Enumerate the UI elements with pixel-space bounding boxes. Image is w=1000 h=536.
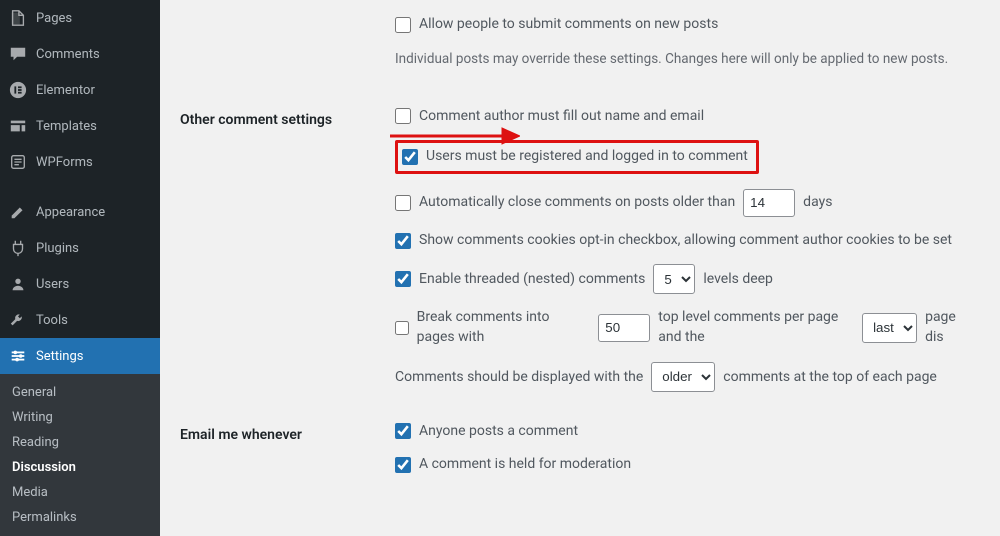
default-page-select[interactable]: last [862, 313, 917, 343]
email-on-post-checkbox[interactable] [395, 423, 411, 439]
option-suffix: page dis [925, 308, 970, 347]
must-register-option[interactable]: Users must be registered and logged in t… [402, 147, 748, 167]
threaded-comments-option[interactable]: Enable threaded (nested) comments 5 leve… [395, 264, 773, 294]
submenu-general[interactable]: General [0, 380, 160, 405]
cookies-optin-option[interactable]: Show comments cookies opt-in checkbox, a… [395, 231, 952, 251]
allow-comments-option[interactable]: Allow people to submit comments on new p… [395, 15, 718, 35]
comment-order-row: Comments should be displayed with the ol… [395, 362, 937, 392]
comment-order-select[interactable]: older [651, 362, 715, 392]
auto-close-checkbox[interactable] [395, 195, 411, 211]
option-label: A comment is held for moderation [419, 455, 631, 475]
option-label: Anyone posts a comment [419, 422, 578, 442]
option-suffix: comments at the top of each page [723, 369, 937, 385]
sidebar-item-label: Users [36, 277, 69, 292]
other-comment-settings-heading: Other comment settings [180, 92, 385, 407]
templates-icon [8, 116, 28, 136]
option-label: Enable threaded (nested) comments [419, 270, 645, 290]
admin-sidebar: Pages Comments Elementor Templates WPFor… [0, 0, 160, 518]
sidebar-item-settings[interactable]: Settings [0, 338, 160, 374]
sidebar-item-label: Pages [36, 11, 72, 26]
option-label: Automatically close comments on posts ol… [419, 193, 735, 213]
option-label: Comment author must fill out name and em… [419, 107, 704, 127]
comments-per-page-input[interactable] [598, 314, 650, 342]
plugins-icon [8, 238, 28, 258]
email-on-moderation-option[interactable]: A comment is held for moderation [395, 455, 631, 475]
option-label: Allow people to submit comments on new p… [419, 15, 718, 35]
pages-icon [8, 8, 28, 28]
submenu-media[interactable]: Media [0, 480, 160, 505]
sidebar-item-label: Tools [36, 313, 68, 328]
sidebar-item-plugins[interactable]: Plugins [0, 230, 160, 266]
auto-close-days-input[interactable] [743, 189, 795, 217]
submenu-writing[interactable]: Writing [0, 405, 160, 430]
before-comment-heading: Before a comment appears [180, 504, 385, 518]
settings-submenu: General Writing Reading Discussion Media… [0, 374, 160, 536]
option-mid: top level comments per page and the [658, 308, 854, 347]
sidebar-item-users[interactable]: Users [0, 266, 160, 302]
email-on-moderation-checkbox[interactable] [395, 457, 411, 473]
sidebar-item-label: Comments [36, 47, 100, 62]
email-me-settings: Anyone posts a comment A comment is held… [395, 422, 970, 489]
option-label: Comments should be displayed with the [395, 369, 643, 385]
appearance-icon [8, 202, 28, 222]
email-on-post-option[interactable]: Anyone posts a comment [395, 422, 578, 442]
must-register-callout: Users must be registered and logged in t… [395, 140, 759, 174]
admin-menu: Pages Comments Elementor Templates WPFor… [0, 0, 160, 374]
paginate-comments-checkbox[interactable] [395, 320, 409, 336]
must-register-checkbox[interactable] [402, 149, 418, 165]
email-me-heading: Email me whenever [180, 407, 385, 504]
users-icon [8, 274, 28, 294]
allow-comments-checkbox[interactable] [395, 17, 411, 33]
default-article-settings: Allow people to submit comments on new p… [395, 15, 970, 77]
cookies-optin-checkbox[interactable] [395, 233, 411, 249]
default-settings-note: Individual posts may override these sett… [395, 51, 970, 67]
sidebar-item-label: Templates [36, 119, 97, 134]
sidebar-item-tools[interactable]: Tools [0, 302, 160, 338]
sidebar-item-elementor[interactable]: Elementor [0, 72, 160, 108]
wpforms-icon [8, 152, 28, 172]
sidebar-item-appearance[interactable]: Appearance [0, 194, 160, 230]
sidebar-item-label: WPForms [36, 155, 93, 170]
option-suffix: days [803, 193, 832, 213]
threaded-levels-select[interactable]: 5 [653, 264, 695, 294]
sidebar-item-label: Elementor [36, 83, 95, 98]
sidebar-item-comments[interactable]: Comments [0, 36, 160, 72]
option-label: Users must be registered and logged in t… [426, 147, 748, 167]
settings-icon [8, 346, 28, 366]
threaded-comments-checkbox[interactable] [395, 271, 411, 287]
other-comment-settings: Comment author must fill out name and em… [395, 107, 970, 392]
option-suffix: levels deep [703, 270, 773, 290]
sidebar-item-pages[interactable]: Pages [0, 0, 160, 36]
sidebar-item-wpforms[interactable]: WPForms [0, 144, 160, 180]
menu-separator [0, 180, 160, 194]
sidebar-item-label: Appearance [36, 205, 105, 220]
elementor-icon [8, 80, 28, 100]
submenu-reading[interactable]: Reading [0, 430, 160, 455]
submenu-discussion[interactable]: Discussion [0, 455, 160, 480]
paginate-comments-option[interactable]: Break comments into pages with top level… [395, 308, 970, 347]
sidebar-item-label: Settings [36, 349, 83, 364]
auto-close-option[interactable]: Automatically close comments on posts ol… [395, 189, 832, 217]
require-name-email-option[interactable]: Comment author must fill out name and em… [395, 107, 704, 127]
require-name-email-checkbox[interactable] [395, 108, 411, 124]
sidebar-item-label: Plugins [36, 241, 79, 256]
sidebar-item-templates[interactable]: Templates [0, 108, 160, 144]
option-label: Break comments into pages with [417, 308, 591, 347]
settings-content: Allow people to submit comments on new p… [160, 0, 1000, 518]
comments-icon [8, 44, 28, 64]
option-label: Show comments cookies opt-in checkbox, a… [419, 231, 952, 251]
tools-icon [8, 310, 28, 330]
